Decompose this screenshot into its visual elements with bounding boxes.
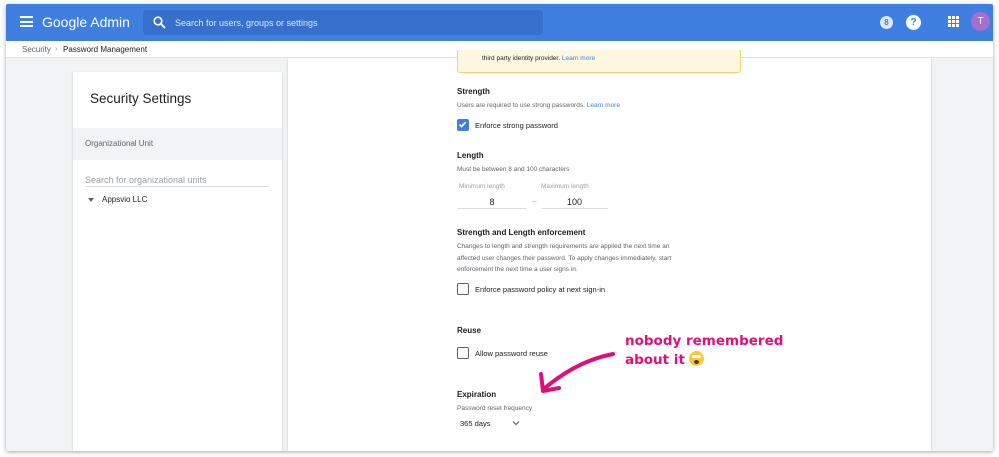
enforcement-description-line-3: enforcement the next time a user signs i…	[457, 266, 578, 273]
chevron-right-icon: ›	[55, 44, 58, 53]
max-length-input[interactable]	[541, 195, 608, 209]
min-length-label: Minimum length	[459, 183, 505, 190]
enforcement-description-line-1: Changes to length and strength requireme…	[457, 243, 670, 250]
global-search[interactable]	[143, 10, 543, 35]
allow-password-reuse-checkbox[interactable]	[457, 347, 469, 359]
info-banner-text: third party identity provider. Learn mor…	[482, 55, 595, 62]
enforce-at-next-signin-label[interactable]: Enforce password policy at next sign-in	[475, 285, 605, 294]
strength-title: Strength	[457, 87, 490, 96]
learn-more-link[interactable]: Learn more	[587, 102, 620, 109]
caret-down-icon[interactable]	[88, 198, 94, 202]
expiration-title: Expiration	[457, 390, 497, 399]
enforce-strong-password-checkbox[interactable]	[457, 119, 469, 131]
security-settings-panel: Security Settings Organizational Unit Ap…	[73, 72, 282, 451]
enforcement-description-line-2: affected user changes their password. To…	[457, 254, 672, 262]
strength-desc-text: Users are required to use strong passwor…	[457, 102, 585, 109]
app-window: Google Admin 8 ? T Security › Password M…	[6, 4, 993, 451]
info-banner: third party identity provider. Learn mor…	[457, 50, 741, 73]
enforcement-title: Strength and Length enforcement	[457, 228, 586, 237]
avatar[interactable]: T	[971, 12, 990, 31]
range-separator: –	[532, 197, 537, 206]
org-unit-item[interactable]: Appsvio LLC	[102, 195, 147, 204]
apps-grid-icon[interactable]	[948, 16, 959, 27]
learn-more-link[interactable]: Learn more	[562, 55, 595, 62]
min-length-input[interactable]	[457, 195, 527, 209]
annotation-arrow-icon	[539, 352, 615, 393]
org-unit-search-input[interactable]	[85, 173, 269, 187]
enforce-strong-password-label[interactable]: Enforce strong password	[475, 121, 558, 130]
search-input[interactable]	[175, 14, 530, 31]
annotation-line-2-text: about it	[625, 352, 685, 368]
app-title[interactable]: Google Admin	[42, 14, 130, 30]
annotation-line-2: about it	[625, 351, 704, 369]
search-icon	[153, 16, 166, 29]
org-unit-header: Organizational Unit	[73, 128, 282, 160]
screaming-face-icon	[688, 351, 704, 366]
strength-description: Users are required to use strong passwor…	[457, 100, 620, 112]
reuse-title: Reuse	[457, 326, 482, 335]
notification-badge[interactable]: 8	[880, 16, 893, 29]
info-banner-message: third party identity provider.	[482, 55, 561, 62]
max-length-label: Maximum length	[541, 183, 589, 190]
top-app-bar: Google Admin 8 ? T	[6, 4, 993, 41]
help-icon[interactable]: ?	[906, 15, 921, 30]
org-unit-label: Organizational Unit	[85, 139, 154, 148]
breadcrumb-security-link[interactable]: Security	[22, 45, 51, 54]
annotation-line-1: nobody remembered	[625, 333, 784, 349]
chevron-down-icon[interactable]	[512, 420, 520, 426]
length-title: Length	[457, 151, 484, 160]
breadcrumb-current: Password Management	[63, 45, 148, 54]
checkmark-icon	[458, 121, 467, 128]
menu-icon[interactable]	[20, 16, 33, 27]
enforce-at-next-signin-checkbox[interactable]	[457, 283, 469, 295]
panel-title: Security Settings	[90, 91, 192, 106]
reset-frequency-label: Password reset frequency	[457, 405, 533, 412]
length-description: Must be between 8 and 100 characters	[457, 166, 570, 173]
reset-frequency-select[interactable]: 365 days	[460, 419, 490, 428]
